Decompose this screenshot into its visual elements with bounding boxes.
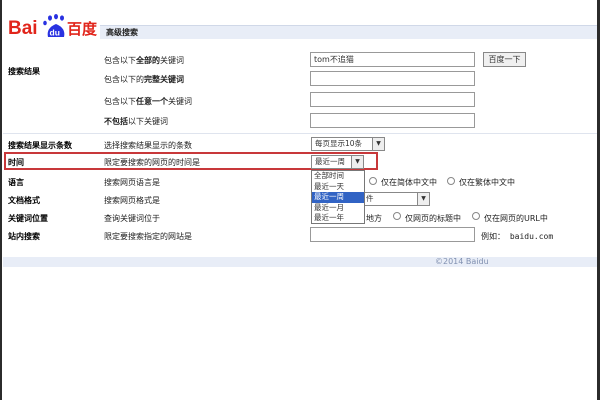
doc-format-select[interactable]: 件 ▼ — [362, 192, 430, 206]
display-count-label: 搜索结果显示条数 — [8, 141, 72, 150]
any-keyword-label: 包含以下任意一个关键词 — [104, 97, 192, 106]
doc-format-label: 文档格式 — [8, 196, 40, 205]
time-option[interactable]: 全部时间 — [312, 171, 364, 182]
keyword-position-label: 关键词位置 — [8, 214, 48, 223]
all-keywords-input[interactable]: tom不追猫 — [310, 52, 475, 67]
exclude-keywords-input[interactable] — [310, 113, 475, 128]
radio-title[interactable] — [393, 212, 401, 220]
header-bar: 高级搜索 — [100, 25, 597, 39]
chevron-down-icon: ▼ — [351, 156, 363, 168]
time-select-value: 最近一周 — [315, 157, 345, 166]
site-search-label: 站内搜索 — [8, 232, 40, 241]
radio-simplified-label: 仅在简体中文中 — [381, 178, 437, 187]
exclude-keywords-label: 不包括以下关键词 — [104, 117, 168, 126]
radio-title-label: 仅网页的标题中 — [405, 214, 461, 223]
radio-traditional-label: 仅在繁体中文中 — [459, 178, 515, 187]
radio-simplified[interactable] — [369, 177, 377, 185]
time-option-selected[interactable]: 最近一周 — [312, 192, 364, 203]
language-desc: 搜索网页语言是 — [104, 178, 160, 187]
time-label: 时间 — [8, 158, 24, 167]
chevron-down-icon: ▼ — [417, 193, 429, 205]
time-option[interactable]: 最近一月 — [312, 203, 364, 214]
doc-format-value: 件 — [366, 194, 374, 203]
copyright-text: ©2014 Baidu — [435, 257, 489, 266]
logo-bai-text: Bai — [8, 18, 38, 39]
display-count-desc: 选择搜索结果显示的条数 — [104, 141, 192, 150]
footer-bar: ©2014 Baidu — [3, 257, 597, 267]
search-results-label: 搜索结果 — [8, 67, 40, 76]
window-frame-left — [0, 0, 2, 400]
display-count-select[interactable]: 每页显示10条 ▼ — [311, 137, 385, 151]
doc-format-desc: 搜索网页格式是 — [104, 196, 160, 205]
site-search-desc: 限定要搜索指定的网站是 — [104, 232, 192, 241]
exact-phrase-input[interactable] — [310, 71, 475, 86]
radio-anywhere-label: 地方 — [366, 214, 382, 223]
chevron-down-icon: ▼ — [372, 138, 384, 150]
radio-url[interactable] — [472, 212, 480, 220]
site-search-input[interactable] — [310, 227, 475, 242]
radio-traditional[interactable] — [447, 177, 455, 185]
time-desc: 限定要搜索的网页的时间是 — [104, 158, 200, 167]
time-select[interactable]: 最近一周 ▼ — [311, 155, 364, 169]
display-count-value: 每页显示10条 — [315, 139, 363, 148]
logo-baidu-chinese: 百度 — [67, 20, 98, 38]
language-label: 语言 — [8, 178, 24, 187]
keyword-position-desc: 查询关键词位于 — [104, 214, 160, 223]
time-dropdown-list[interactable]: 全部时间 最近一天 最近一周 最近一月 最近一年 — [311, 170, 365, 224]
section-divider — [3, 133, 597, 134]
page-title: 高级搜索 — [106, 28, 138, 37]
any-keyword-input[interactable] — [310, 92, 475, 107]
all-keywords-label: 包含以下全部的关键词 — [104, 56, 184, 65]
time-option[interactable]: 最近一年 — [312, 213, 364, 224]
logo-du-text: du — [50, 28, 60, 38]
search-button[interactable]: 百度一下 — [483, 52, 526, 67]
exact-phrase-label: 包含以下的完整关键词 — [104, 75, 184, 84]
site-search-example: 例如： baidu.com — [481, 232, 554, 241]
time-option[interactable]: 最近一天 — [312, 182, 364, 193]
baidu-logo[interactable]: Bai du 百度 — [8, 13, 100, 39]
paw-icon: du — [43, 14, 65, 38]
radio-url-label: 仅在网页的URL中 — [484, 214, 548, 223]
